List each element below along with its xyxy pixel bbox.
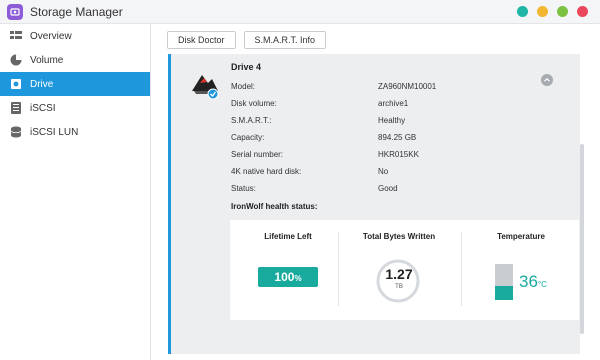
lifetime-left-section: Lifetime Left 100% [240, 232, 336, 312]
drive-title: Drive 4 [231, 62, 262, 72]
detail-row-4k-native: 4K native hard disk: No [231, 167, 531, 179]
sidebar-item-label: Overview [30, 30, 72, 42]
detail-row-serial-number: Serial number: HKR015KK [231, 150, 531, 162]
detail-label: S.M.A.R.T.: [231, 116, 272, 125]
thermometer-fill [495, 285, 513, 300]
sidebar-item-drive[interactable]: Drive [0, 72, 150, 96]
sidebar-item-iscsi[interactable]: iSCSI [0, 96, 150, 120]
detail-value: archive1 [378, 99, 409, 108]
temperature-unit: °C [537, 280, 547, 289]
collapse-button[interactable] [541, 74, 553, 86]
window-controls [517, 6, 588, 17]
lifetime-left-unit: % [294, 274, 302, 283]
smart-info-button[interactable]: S.M.A.R.T. Info [243, 31, 327, 49]
drive-detail-panel: Drive 4 Model: ZA960NM10001 Disk volume:… [168, 54, 580, 354]
thermometer-gauge [495, 264, 513, 300]
temperature-value: 36 [519, 272, 538, 291]
drive-icon [188, 69, 220, 101]
minimize-dot[interactable] [537, 6, 548, 17]
iscsi-lun-icon [9, 126, 22, 139]
detail-label: Model: [231, 82, 256, 91]
detail-value: No [378, 167, 389, 176]
sidebar-item-label: Drive [30, 78, 54, 90]
temperature-value-wrap: 36°C [519, 272, 547, 292]
temperature-section: Temperature 36°C [473, 232, 569, 312]
storage-manager-app-icon [7, 3, 23, 20]
temperature-label: Temperature [497, 232, 545, 241]
title-bar: Storage Manager [0, 0, 600, 24]
sidebar-item-iscsi-lun[interactable]: iSCSI LUN [0, 120, 150, 144]
detail-label: Serial number: [231, 150, 284, 159]
toolbar: Disk Doctor S.M.A.R.T. Info [167, 31, 327, 49]
health-status-title: IronWolf health status: [231, 202, 318, 211]
disk-doctor-button[interactable]: Disk Doctor [167, 31, 236, 49]
detail-value: Good [378, 184, 398, 193]
maximize-dot[interactable] [557, 6, 568, 17]
sidebar-item-label: Volume [30, 54, 64, 66]
lifetime-left-badge: 100% [258, 267, 318, 287]
tbw-unit: TB [395, 284, 403, 290]
drive-icon [9, 78, 22, 91]
total-bytes-written-section: Total Bytes Written 1.27 TB [351, 232, 447, 312]
volume-icon [9, 54, 22, 67]
close-dot[interactable] [577, 6, 588, 17]
divider [461, 232, 462, 306]
iscsi-icon [9, 102, 22, 115]
window-title: Storage Manager [30, 4, 123, 19]
detail-row-model: Model: ZA960NM10001 [231, 82, 531, 94]
sidebar-item-volume[interactable]: Volume [0, 48, 150, 72]
sidebar-item-label: iSCSI LUN [30, 126, 79, 138]
detail-row-capacity: Capacity: 894.25 GB [231, 133, 531, 145]
detail-label: Capacity: [231, 133, 265, 142]
vertical-scrollbar[interactable] [580, 144, 584, 334]
chevron-up-icon [544, 77, 550, 82]
detail-row-disk-volume: Disk volume: archive1 [231, 99, 531, 111]
help-dot[interactable] [517, 6, 528, 17]
divider [338, 232, 339, 306]
total-bytes-written-label: Total Bytes Written [362, 232, 436, 241]
sidebar-item-label: iSCSI [30, 102, 56, 114]
detail-value: HKR015KK [378, 150, 419, 159]
sidebar-item-overview[interactable]: Overview [0, 24, 150, 48]
detail-row-smart: S.M.A.R.T.: Healthy [231, 116, 531, 128]
lifetime-left-label: Lifetime Left [264, 232, 312, 241]
detail-label: 4K native hard disk: [231, 167, 302, 176]
detail-value: 894.25 GB [378, 133, 417, 142]
detail-label: Status: [231, 184, 256, 193]
health-status-card: Lifetime Left 100% Total Bytes Written 1… [230, 220, 579, 320]
detail-label: Disk volume: [231, 99, 277, 108]
detail-value: ZA960NM10001 [378, 82, 437, 91]
sidebar: Overview Volume Drive iSCSI iSCSI LUN [0, 24, 151, 360]
main-content: Disk Doctor S.M.A.R.T. Info Drive 4 Mode… [152, 24, 600, 360]
overview-icon [9, 30, 22, 43]
detail-row-status: Status: Good [231, 184, 531, 196]
detail-value: Healthy [378, 116, 406, 125]
lifetime-left-value: 100 [274, 270, 295, 284]
tbw-value: 1.27 [385, 266, 413, 282]
